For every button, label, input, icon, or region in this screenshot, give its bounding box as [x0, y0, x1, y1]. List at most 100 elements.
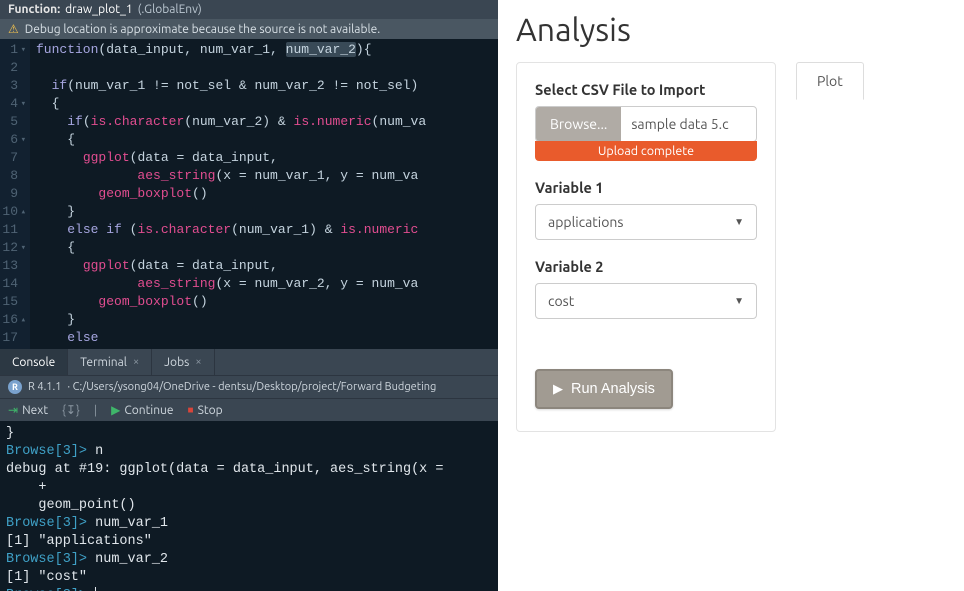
gutter-line: 13 — [2, 257, 26, 275]
console-line: + — [6, 479, 492, 497]
r-logo-icon: R — [8, 380, 22, 394]
var2-value: cost — [548, 293, 574, 309]
tab-label: Terminal — [80, 356, 127, 369]
console-line: [1] "cost" — [6, 569, 492, 587]
debug-next-button[interactable]: ⇥ Next — [8, 403, 48, 417]
step-into-icon: {↧} — [62, 403, 80, 417]
console-line: } — [6, 425, 492, 443]
working-dir: · C:/Users/ysong04/OneDrive - dentsu/Des… — [67, 381, 436, 393]
code-line[interactable]: if(num_var_1 != not_sel & num_var_2 != n… — [36, 77, 426, 95]
tab-console[interactable]: Console — [0, 349, 68, 375]
bottom-tabs: Console Terminal × Jobs × — [0, 349, 498, 375]
gutter-line: 7 — [2, 149, 26, 167]
code-editor[interactable]: 1▾234▾56▾78910▴1112▾13141516▴17 function… — [0, 39, 498, 349]
code-line[interactable]: { — [36, 95, 426, 113]
gutter-line: 14 — [2, 275, 26, 293]
code-line[interactable]: function(data_input, num_var_1, num_var_… — [36, 41, 426, 59]
var1-select[interactable]: applications ▼ — [535, 204, 757, 240]
code-line[interactable]: aes_string(x = num_var_2, y = num_va — [36, 275, 426, 293]
code-line[interactable]: else if (is.character(num_var_1) & is.nu… — [36, 221, 426, 239]
code-line[interactable]: if(is.character(num_var_2) & is.numeric(… — [36, 113, 426, 131]
code-line[interactable]: { — [36, 239, 426, 257]
code-line[interactable]: else — [36, 329, 426, 347]
gutter-line: 6▾ — [2, 131, 26, 149]
debug-warning-bar: ⚠ Debug location is approximate because … — [0, 19, 498, 39]
close-icon[interactable]: × — [133, 356, 139, 368]
ide-pane: Function: draw_plot_1 (.GlobalEnv) ⚠ Deb… — [0, 0, 498, 591]
console-path-bar: R R 4.1.1 · C:/Users/ysong04/OneDrive - … — [0, 375, 498, 398]
var2-label: Variable 2 — [535, 258, 757, 275]
code-line[interactable]: { — [36, 131, 426, 149]
console-line: geom_point() — [6, 497, 492, 515]
gutter-line: 10▴ — [2, 203, 26, 221]
tab-jobs[interactable]: Jobs × — [152, 349, 214, 375]
debug-warning-text: Debug location is approximate because th… — [25, 23, 380, 36]
console-line: Browse[3]> — [6, 587, 492, 591]
tab-label: Jobs — [164, 356, 189, 369]
editor-code[interactable]: function(data_input, num_var_1, num_var_… — [30, 39, 426, 349]
code-line[interactable]: } — [36, 203, 426, 221]
sidebar-panel: Select CSV File to Import Browse... samp… — [516, 62, 776, 432]
gutter-line: 12▾ — [2, 239, 26, 257]
var1-label: Variable 1 — [535, 179, 757, 196]
gutter-line: 11 — [2, 221, 26, 239]
console-line: Browse[3]> num_var_2 — [6, 551, 492, 569]
function-bar: Function: draw_plot_1 (.GlobalEnv) — [0, 0, 498, 19]
run-analysis-button[interactable]: ▶ Run Analysis — [535, 369, 673, 409]
gutter-line: 1▾ — [2, 41, 26, 59]
tab-terminal[interactable]: Terminal × — [68, 349, 152, 375]
step-next-icon: ⇥ — [8, 403, 18, 417]
gutter-line: 15 — [2, 293, 26, 311]
app-title: Analysis — [516, 12, 944, 48]
debug-step-into-button[interactable]: {↧} — [62, 403, 80, 417]
var2-select[interactable]: cost ▼ — [535, 283, 757, 319]
warning-icon: ⚠ — [8, 22, 19, 36]
function-name: draw_plot_1 — [65, 3, 132, 16]
caret-down-icon: ▼ — [734, 295, 744, 307]
shiny-app-pane: Analysis Select CSV File to Import Brows… — [498, 0, 964, 591]
close-icon[interactable]: × — [195, 356, 201, 368]
file-name-display: sample data 5.c — [621, 107, 756, 141]
stop-icon: ■ — [188, 404, 194, 416]
function-bar-label: Function: — [8, 3, 60, 16]
plot-tab[interactable]: Plot — [796, 62, 864, 100]
editor-gutter: 1▾234▾56▾78910▴1112▾13141516▴17 — [0, 39, 30, 349]
debug-next-label: Next — [22, 404, 48, 417]
code-line[interactable]: aes_string(x = num_var_1, y = num_va — [36, 167, 426, 185]
code-line[interactable]: geom_boxplot() — [36, 293, 426, 311]
debug-stop-label: Stop — [198, 404, 223, 417]
gutter-line: 4▾ — [2, 95, 26, 113]
console-line: debug at #19: ggplot(data = data_input, … — [6, 461, 492, 479]
debug-step-out-button[interactable]: | — [94, 404, 97, 417]
debug-toolbar: ⇥ Next {↧} | ▶ Continue ■ Stop — [0, 398, 498, 421]
debug-stop-button[interactable]: ■ Stop — [188, 404, 223, 417]
caret-down-icon: ▼ — [734, 216, 744, 228]
continue-icon: ▶ — [111, 403, 120, 417]
console-line: Browse[3]> num_var_1 — [6, 515, 492, 533]
play-icon: ▶ — [553, 381, 563, 397]
code-line[interactable] — [36, 59, 426, 77]
debug-continue-label: Continue — [124, 404, 173, 417]
debug-continue-button[interactable]: ▶ Continue — [111, 403, 173, 417]
code-line[interactable]: geom_boxplot() — [36, 185, 426, 203]
code-line[interactable]: } — [36, 311, 426, 329]
gutter-line: 2 — [2, 59, 26, 77]
cursor — [95, 587, 96, 591]
r-console[interactable]: }Browse[3]> ndebug at #19: ggplot(data =… — [0, 421, 498, 591]
code-line[interactable]: ggplot(data = data_input, — [36, 257, 426, 275]
console-line: Browse[3]> n — [6, 443, 492, 461]
tab-label: Console — [12, 356, 55, 369]
console-line: [1] "applications" — [6, 533, 492, 551]
file-input: Browse... sample data 5.c — [535, 106, 757, 142]
run-analysis-label: Run Analysis — [571, 381, 655, 397]
gutter-line: 17 — [2, 329, 26, 347]
var1-value: applications — [548, 214, 623, 230]
gutter-line: 16▴ — [2, 311, 26, 329]
browse-button[interactable]: Browse... — [536, 107, 621, 141]
code-line[interactable]: ggplot(data = data_input, — [36, 149, 426, 167]
r-version: R 4.1.1 — [28, 381, 61, 393]
gutter-line: 9 — [2, 185, 26, 203]
gutter-line: 8 — [2, 167, 26, 185]
gutter-line: 3 — [2, 77, 26, 95]
gutter-line: 5 — [2, 113, 26, 131]
